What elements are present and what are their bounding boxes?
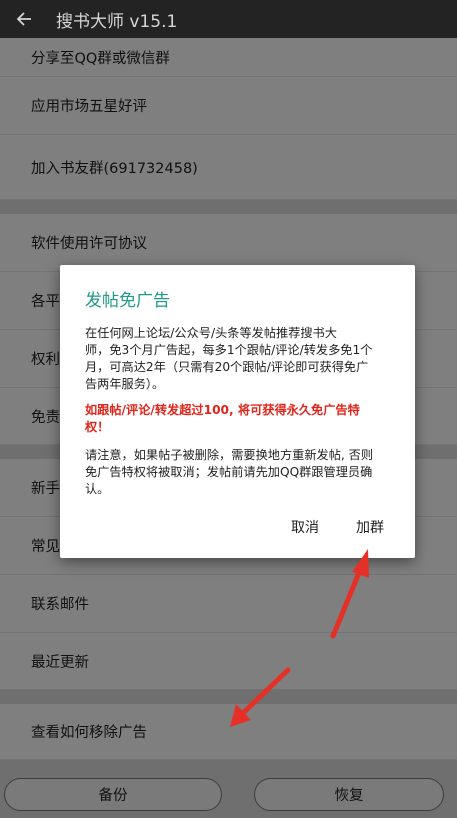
text-line: 如跟帖/评论/转发超过100, 将可获得永久免广告特 xyxy=(85,403,360,417)
text-line: 在任何网上论坛/公众号/头条等发帖推荐搜书大 xyxy=(85,326,337,340)
menu-item-label: 查看如何移除广告 xyxy=(31,725,147,741)
text-line: 权！ xyxy=(85,420,110,434)
menu-item-email[interactable]: 联系邮件 xyxy=(0,575,457,633)
menu-item-label: 新手 xyxy=(31,481,60,497)
section-gap xyxy=(0,690,457,704)
dialog-message: 在任何网上论坛/公众号/头条等发帖推荐搜书大 师，免3个月广告起，每多1个跟帖/… xyxy=(85,325,395,393)
menu-item-label: 各平 xyxy=(31,294,60,310)
menu-item-label: 免责 xyxy=(31,409,60,426)
menu-item-label: 软件使用许可协议 xyxy=(31,236,147,252)
menu-item-remove-ads[interactable]: 查看如何移除广告 xyxy=(0,704,457,760)
restore-label: 恢复 xyxy=(334,788,364,804)
back-button[interactable] xyxy=(14,9,34,29)
menu-item-label: 应用市场五星好评 xyxy=(31,99,147,115)
menu-item-rate[interactable]: 应用市场五星好评 xyxy=(0,77,457,135)
section-gap xyxy=(0,200,457,214)
backup-label: 备份 xyxy=(98,788,128,804)
menu-item-license[interactable]: 软件使用许可协议 xyxy=(0,214,457,272)
join-group-button[interactable]: 加群 xyxy=(356,517,384,537)
back-arrow-icon xyxy=(16,12,31,26)
menu-item-join-group[interactable]: 加入书友群(691732458) xyxy=(0,135,457,200)
text-line: 免广告特权将被取消；发帖前请先加QQ群跟管理员确 xyxy=(85,465,373,479)
menu-item-label: 最近更新 xyxy=(31,654,89,671)
menu-item-label: 联系邮件 xyxy=(31,597,89,613)
app-bar: 搜书大师 v15.1 xyxy=(0,0,457,38)
menu-item-label: 权利 xyxy=(31,352,60,368)
cancel-button[interactable]: 取消 xyxy=(291,517,319,537)
menu-item-label: 常见 xyxy=(31,539,60,555)
menu-item-updates[interactable]: 最近更新 xyxy=(0,633,457,690)
bottom-bar: 备份 恢复 xyxy=(0,760,457,818)
dialog-notice: 请注意，如果帖子被删除，需要换地方重新发帖, 否则 免广告特权将被取消；发帖前请… xyxy=(85,447,395,498)
menu-item-label: 分享至QQ群或微信群 xyxy=(31,50,170,67)
menu-item-label: 加入书友群(691732458) xyxy=(31,160,198,177)
text-line: 认。 xyxy=(85,482,110,496)
text-line: 请注意，如果帖子被删除，需要换地方重新发帖, 否则 xyxy=(85,448,374,462)
dialog-highlight: 如跟帖/评论/转发超过100, 将可获得永久免广告特 权！ xyxy=(85,402,395,436)
text-line: 月，可高达2年（只需有20个跟帖/评论即可获得免广 xyxy=(85,360,369,374)
text-line: 告两年服务）。 xyxy=(85,377,165,391)
menu-item-share[interactable]: 分享至QQ群或微信群 xyxy=(0,38,457,77)
ad-free-dialog: 发帖免广告 在任何网上论坛/公众号/头条等发帖推荐搜书大 师，免3个月广告起，每… xyxy=(60,265,415,558)
restore-button[interactable]: 恢复 xyxy=(254,778,444,811)
dialog-title: 发帖免广告 xyxy=(85,291,170,311)
backup-button[interactable]: 备份 xyxy=(4,778,222,811)
text-line: 师，免3个月广告起，每多1个跟帖/评论/转发多免1个 xyxy=(85,343,373,357)
app-title: 搜书大师 v15.1 xyxy=(56,11,178,32)
